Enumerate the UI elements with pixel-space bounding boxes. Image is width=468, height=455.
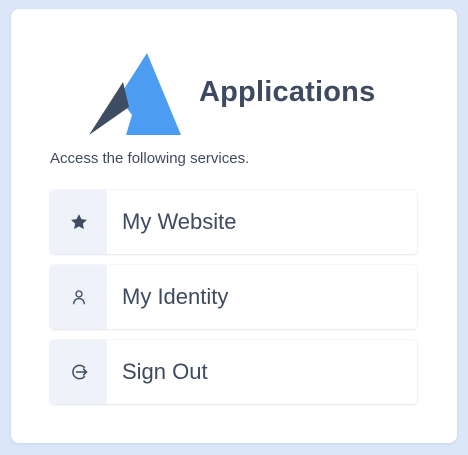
logo-icon: [89, 53, 181, 135]
service-icon-box: [50, 190, 107, 254]
subtitle: Access the following services.: [50, 150, 250, 167]
header: Applications: [89, 53, 375, 135]
applications-card: Applications Access the following servic…: [11, 9, 457, 443]
service-item-my-identity[interactable]: My Identity: [50, 265, 417, 329]
service-label: Sign Out: [122, 359, 208, 384]
star-icon: [70, 214, 87, 230]
service-item-sign-out[interactable]: Sign Out: [50, 340, 417, 404]
service-item-my-website[interactable]: My Website: [50, 190, 417, 254]
service-icon-box: [50, 340, 107, 404]
service-label: My Identity: [122, 284, 229, 309]
sign-out-icon: [71, 364, 87, 380]
user-icon: [72, 290, 85, 305]
service-label: My Website: [122, 209, 237, 234]
page-title: Applications: [199, 75, 376, 108]
services-list: My Website My Identity Sign Out: [50, 190, 417, 415]
service-icon-box: [50, 265, 107, 329]
